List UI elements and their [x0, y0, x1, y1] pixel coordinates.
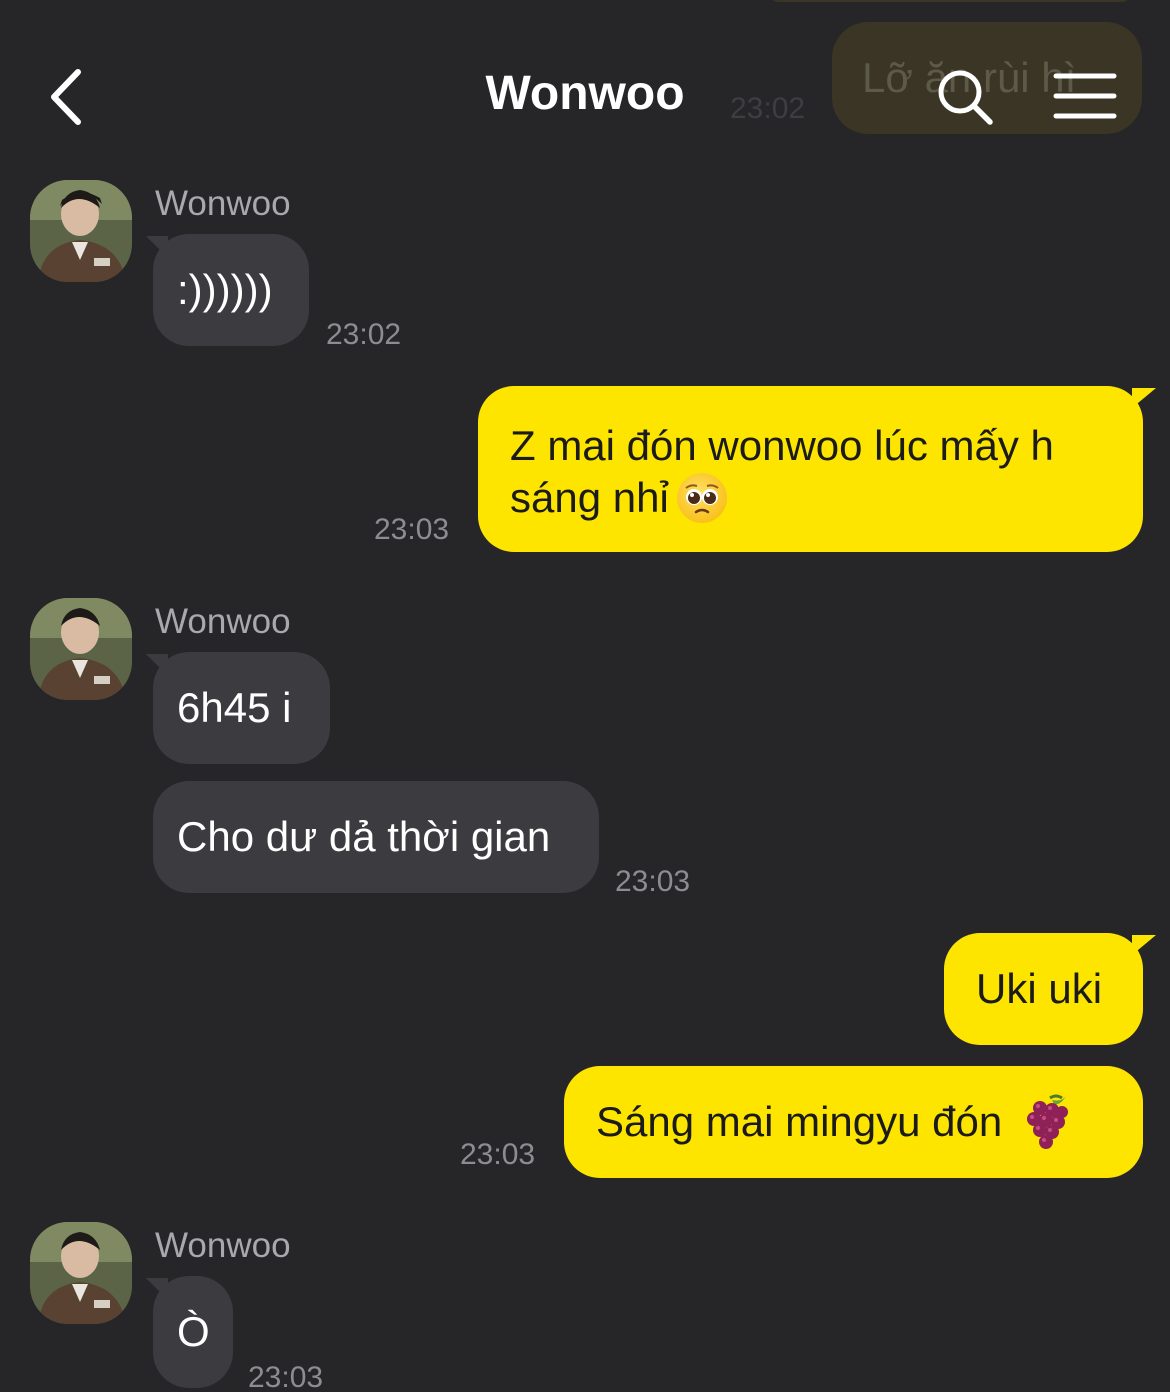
message-text: Ò [177, 1308, 210, 1355]
message-bubble[interactable]: :)))))) [153, 234, 309, 346]
message-text: :)))))) [177, 266, 273, 313]
avatar[interactable] [30, 1222, 132, 1324]
sender-name: Wonwoo [155, 1226, 291, 1265]
message-text: Sáng mai mingyu đón [596, 1098, 1003, 1145]
message-timestamp: 23:03 [374, 513, 450, 546]
chat-header: Lỡ ăn rùi hì 23:02 Wonwoo [0, 0, 1170, 170]
message-timestamp: 23:03 [615, 865, 691, 898]
avatar[interactable] [30, 180, 132, 282]
faded-previous-bubble [770, 0, 1130, 2]
message-text-line: Z mai đón wonwoo lúc mấy h [510, 422, 1054, 469]
menu-button[interactable] [1052, 70, 1118, 122]
pleading-face-emoji [676, 473, 727, 523]
message-bubble[interactable]: Sáng mai mingyu đón [564, 1066, 1143, 1178]
sender-name: Wonwoo [155, 602, 291, 641]
bubble-tail [1132, 388, 1156, 408]
search-icon [938, 70, 993, 125]
bubble-tail [1132, 935, 1156, 955]
message-bubble[interactable]: Cho dư dả thời gian [153, 781, 599, 893]
message-timestamp: 23:03 [460, 1138, 536, 1171]
chat-screen: Lỡ ăn rùi hì 23:02 Wonwoo Wonwoo:))))))… [0, 0, 1170, 1392]
sender-name: Wonwoo [155, 184, 291, 223]
message-text-line: sáng nhỉ [510, 474, 669, 521]
grapes-emoji [1016, 1092, 1076, 1152]
avatar[interactable] [30, 598, 132, 700]
message-bubble[interactable]: Uki uki [944, 933, 1143, 1045]
hamburger-menu-icon [1053, 73, 1117, 119]
message-bubble[interactable]: Z mai đón wonwoo lúc mấy h sáng nhỉ [478, 386, 1143, 552]
message-timestamp: 23:02 [326, 318, 402, 351]
message-timestamp: 23:03 [248, 1361, 324, 1392]
message-text: 6h45 i [177, 684, 292, 731]
message-bubble[interactable]: Ò [153, 1276, 233, 1388]
message-text: Cho dư dả thời gian [177, 813, 551, 860]
message-text: Uki uki [976, 965, 1103, 1012]
search-button[interactable] [934, 66, 998, 128]
message-bubble[interactable]: 6h45 i [153, 652, 330, 764]
